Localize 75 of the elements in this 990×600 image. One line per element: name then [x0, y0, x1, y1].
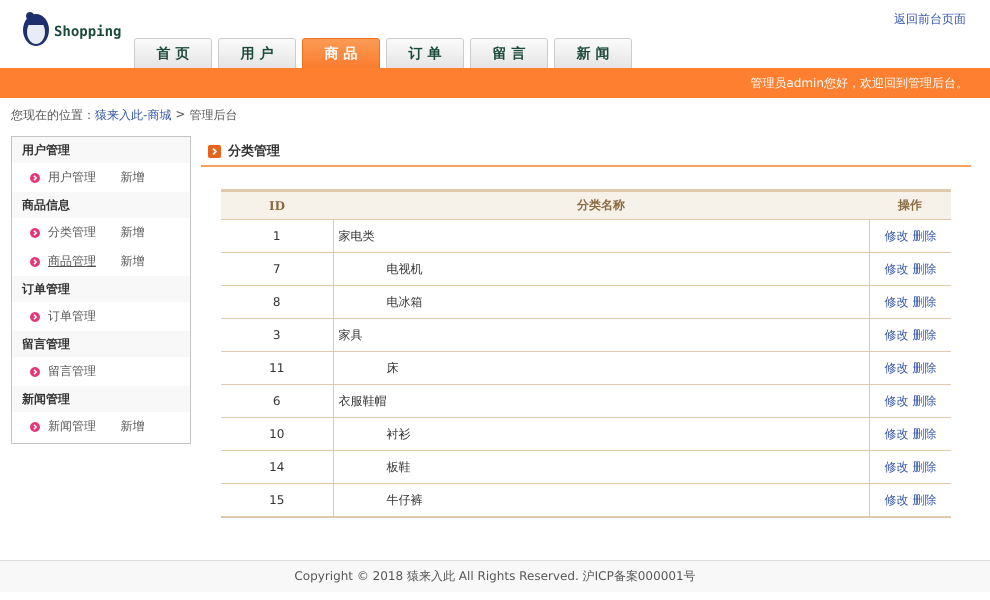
nav-tab[interactable]: 留言 — [470, 38, 548, 68]
chevron-circle-icon — [30, 172, 40, 182]
edit-link[interactable]: 修改 — [884, 460, 908, 474]
table-cell: 1 — [221, 220, 333, 252]
breadcrumb-link[interactable]: 猿来入此-商城 — [95, 107, 172, 126]
nav-tab[interactable]: 首页 — [134, 38, 212, 68]
add-link[interactable]: 新增 — [120, 224, 185, 241]
chevron-circle-icon — [30, 366, 40, 376]
sidebar-group-title: 订单管理 — [12, 276, 190, 302]
copyright-text: Copyright © 2018 猿来入此 All Rights Reserved. 沪ICP备案000001号 — [294, 568, 696, 585]
sidebar-item[interactable]: 留言管理 — [48, 363, 185, 380]
category-name: 家具 — [338, 328, 362, 342]
category-name: 衬衫 — [386, 426, 410, 440]
breadcrumb-label: 您现在的位置： — [11, 107, 95, 124]
table-cell: 3 — [221, 318, 333, 352]
add-link[interactable]: 新增 — [120, 418, 185, 435]
sidebar-group-title: 用户管理 — [12, 137, 190, 163]
edit-link[interactable]: 修改 — [884, 228, 908, 242]
panel-title: 分类管理 — [228, 143, 280, 160]
category-name: 床 — [386, 360, 398, 374]
sidebar-group-title: 留言管理 — [12, 331, 190, 357]
edit-link[interactable]: 修改 — [884, 394, 908, 408]
sidebar-group-title: 新闻管理 — [12, 386, 190, 412]
sidebar-item[interactable]: 订单管理 — [48, 308, 185, 325]
category-name: 电冰箱 — [386, 294, 422, 308]
table-cell: 7 — [221, 252, 333, 286]
table-cell: 11 — [221, 352, 333, 384]
delete-link[interactable]: 删除 — [912, 328, 936, 342]
edit-link[interactable]: 修改 — [884, 294, 908, 308]
chevron-circle-icon — [30, 312, 40, 322]
edit-link[interactable]: 修改 — [884, 426, 908, 440]
category-name: 电视机 — [386, 262, 422, 276]
chevron-circle-icon — [30, 422, 40, 432]
category-name: 牛仔裤 — [386, 492, 422, 506]
delete-link[interactable]: 删除 — [912, 460, 936, 474]
chevron-circle-icon — [30, 228, 40, 238]
nav-tab[interactable]: 订单 — [386, 38, 464, 68]
table-cell: 8 — [221, 286, 333, 318]
delete-link[interactable]: 删除 — [912, 426, 936, 440]
category-name: 家电类 — [338, 228, 374, 242]
column-header: ID — [221, 190, 333, 220]
table-cell: 15 — [221, 484, 333, 517]
breadcrumb-separator: > — [175, 107, 186, 123]
sidebar-item[interactable]: 用户管理 — [48, 169, 112, 186]
logo-text: Shopping — [54, 24, 122, 40]
edit-link[interactable]: 修改 — [884, 360, 908, 374]
chevron-circle-icon — [30, 256, 40, 266]
column-header: 操作 — [869, 190, 951, 220]
table-cell: 14 — [221, 450, 333, 484]
delete-link[interactable]: 删除 — [912, 262, 936, 276]
breadcrumb-current: 管理后台 — [189, 107, 238, 124]
welcome-text: 管理员admin您好，欢迎回到管理后台。 — [750, 74, 968, 92]
sidebar-item[interactable]: 商品管理 — [48, 253, 112, 270]
add-link[interactable]: 新增 — [120, 253, 185, 270]
category-name: 板鞋 — [386, 460, 410, 474]
sidebar-group-title: 商品信息 — [12, 192, 190, 218]
back-to-front-link[interactable]: 返回前台页面 — [894, 11, 966, 28]
edit-link[interactable]: 修改 — [884, 492, 908, 506]
column-header: 分类名称 — [333, 190, 869, 220]
table-cell: 6 — [221, 384, 333, 418]
delete-link[interactable]: 删除 — [912, 394, 936, 408]
sidebar-item[interactable]: 新闻管理 — [48, 418, 112, 435]
edit-link[interactable]: 修改 — [884, 328, 908, 342]
category-name: 衣服鞋帽 — [338, 394, 386, 408]
sidebar-item[interactable]: 分类管理 — [48, 224, 112, 241]
edit-link[interactable]: 修改 — [884, 262, 908, 276]
delete-link[interactable]: 删除 — [912, 294, 936, 308]
delete-link[interactable]: 删除 — [912, 492, 936, 506]
nav-tab[interactable]: 用户 — [218, 38, 296, 68]
delete-link[interactable]: 删除 — [912, 228, 936, 242]
delete-link[interactable]: 删除 — [912, 360, 936, 374]
nav-tab[interactable]: 新闻 — [554, 38, 632, 68]
add-link[interactable]: 新增 — [120, 169, 185, 186]
arrow-square-icon — [208, 144, 221, 158]
table-cell: 10 — [221, 418, 333, 450]
